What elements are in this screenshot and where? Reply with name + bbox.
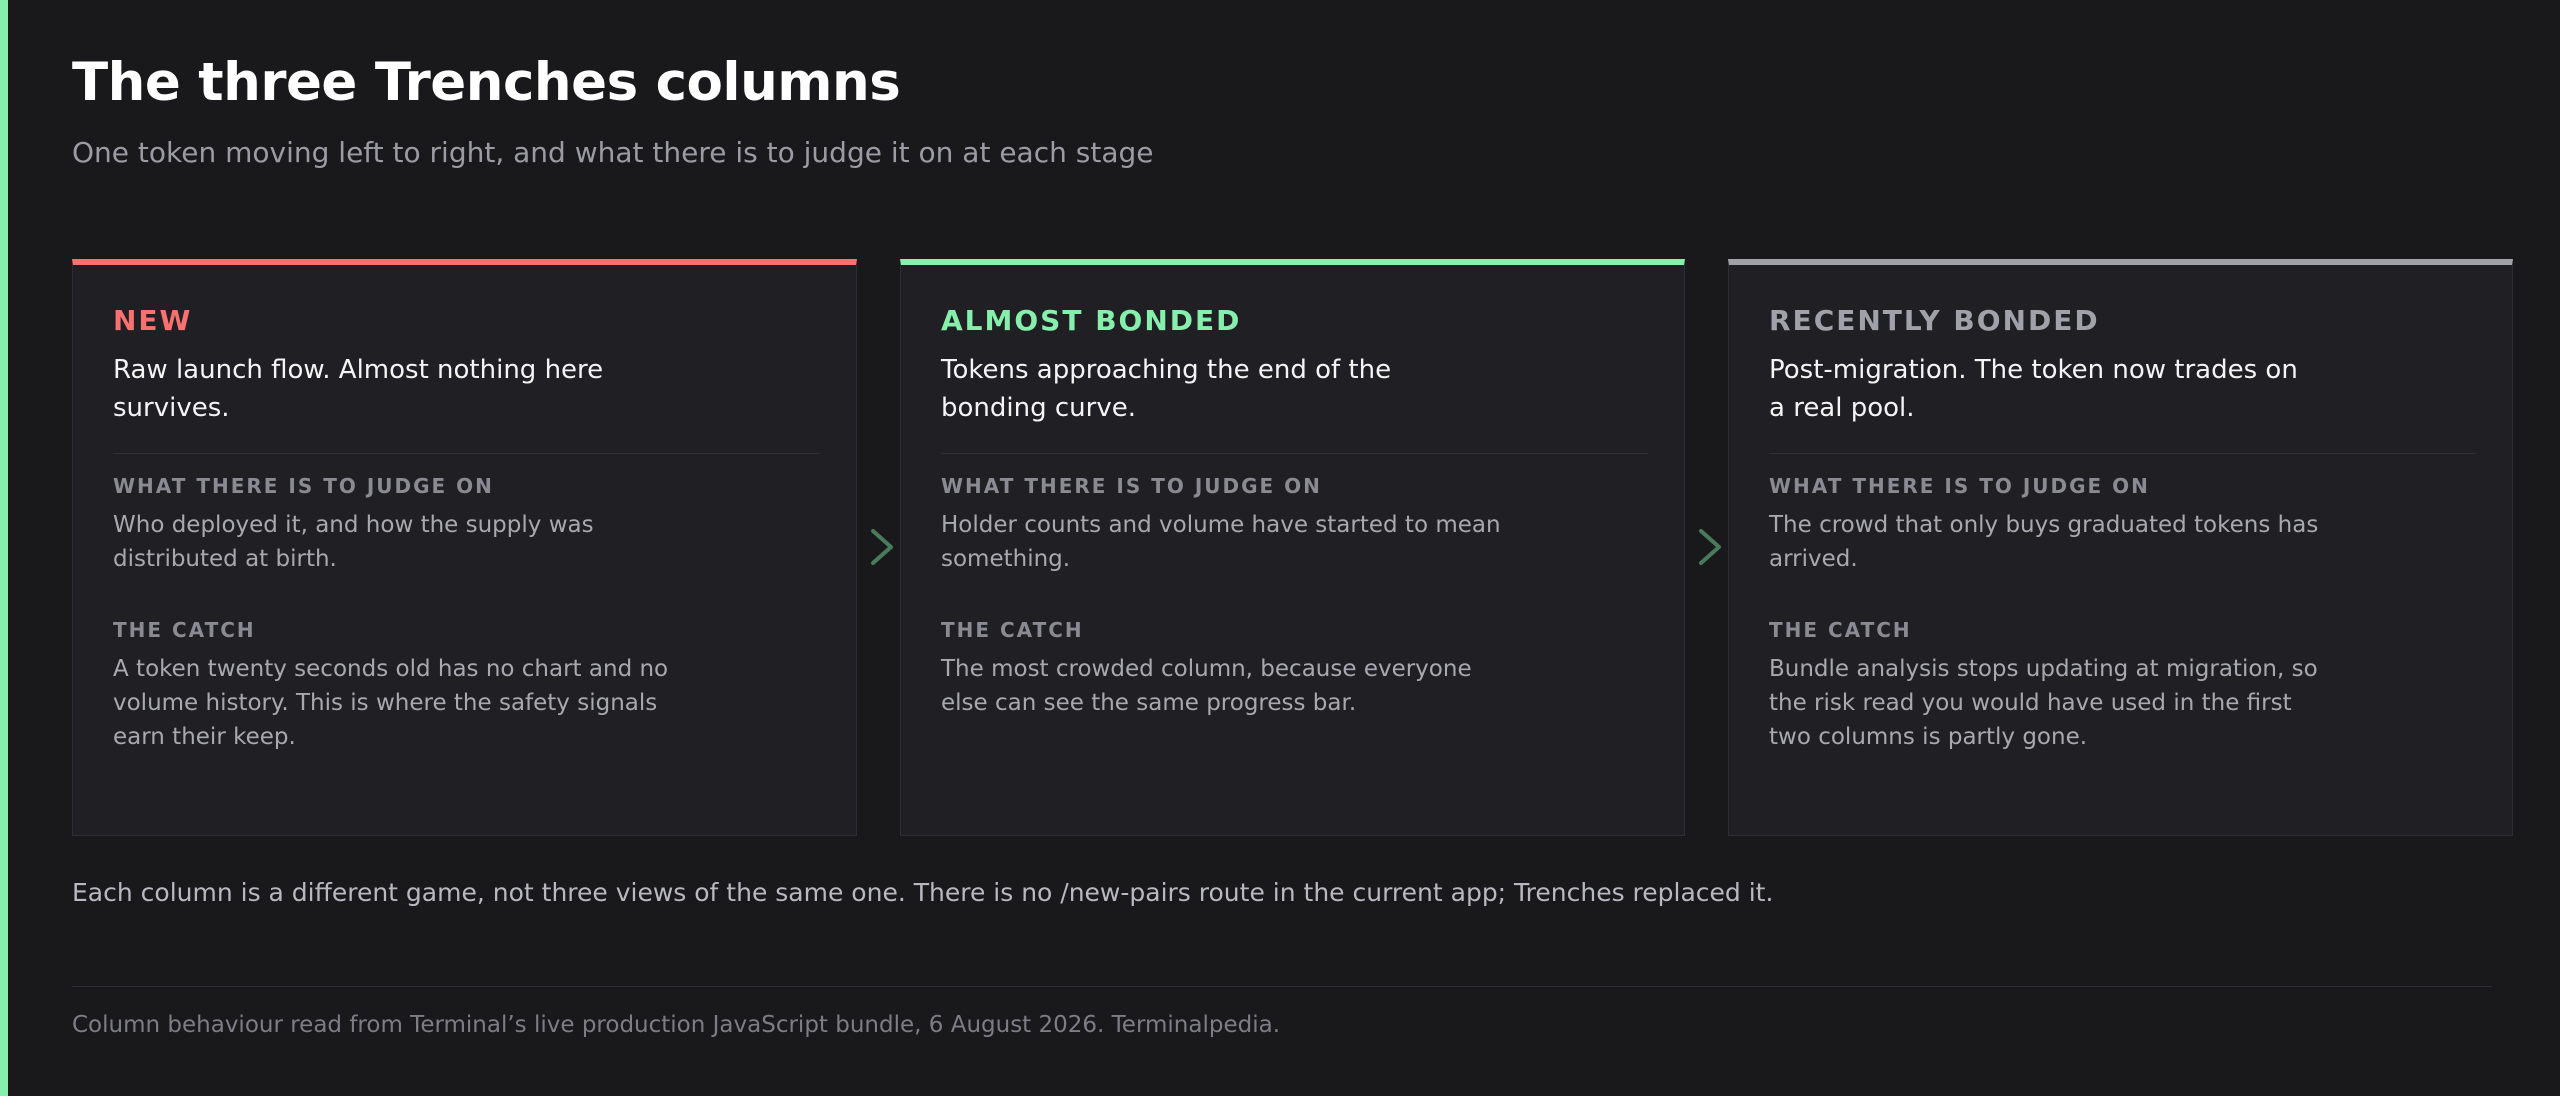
column-card-recently-bonded: RECENTLY BONDED Post-migration. The toke… bbox=[1728, 259, 2513, 836]
catch-text: A token twenty seconds old has no chart … bbox=[113, 656, 669, 750]
column-label: NEW bbox=[113, 304, 193, 337]
judge-label: WHAT THERE IS TO JUDGE ON bbox=[1769, 474, 2150, 498]
column-description: Post-migration. The token now trades on … bbox=[1769, 355, 2298, 423]
catch-text: The most crowded column, because everyon… bbox=[941, 656, 1472, 716]
columns-flow: NEW Raw launch flow. Almost nothing here… bbox=[72, 259, 2516, 836]
catch-label: THE CATCH bbox=[1769, 618, 1912, 642]
column-label: RECENTLY BONDED bbox=[1769, 304, 2100, 337]
column-card-new: NEW Raw launch flow. Almost nothing here… bbox=[72, 259, 857, 836]
page-title: The three Trenches columns bbox=[72, 52, 901, 113]
footer-divider bbox=[72, 986, 2492, 987]
page-subtitle: One token moving left to right, and what… bbox=[72, 136, 1154, 169]
catch-label: THE CATCH bbox=[113, 618, 256, 642]
card-divider bbox=[1769, 453, 2476, 454]
card-divider bbox=[113, 453, 820, 454]
column-description: Raw launch flow. Almost nothing here sur… bbox=[113, 355, 604, 423]
judge-label: WHAT THERE IS TO JUDGE ON bbox=[941, 474, 1322, 498]
chevron-right-icon bbox=[1690, 517, 1730, 577]
column-description: Tokens approaching the end of the bondin… bbox=[941, 355, 1392, 423]
catch-label: THE CATCH bbox=[941, 618, 1084, 642]
card-divider bbox=[941, 453, 1648, 454]
judge-label: WHAT THERE IS TO JUDGE ON bbox=[113, 474, 494, 498]
judge-text: Who deployed it, and how the supply was … bbox=[113, 512, 594, 572]
catch-text: Bundle analysis stops updating at migrat… bbox=[1769, 656, 2318, 750]
summary-note: Each column is a different game, not thr… bbox=[72, 878, 1774, 907]
column-card-almost-bonded: ALMOST BONDED Tokens approaching the end… bbox=[900, 259, 1685, 836]
page: The three Trenches columns One token mov… bbox=[0, 0, 2560, 1096]
column-label: ALMOST BONDED bbox=[941, 304, 1242, 337]
judge-text: The crowd that only buys graduated token… bbox=[1769, 512, 2319, 572]
source-footer: Column behaviour read from Terminal’s li… bbox=[72, 1012, 1281, 1038]
judge-text: Holder counts and volume have started to… bbox=[941, 512, 1501, 572]
chevron-right-icon bbox=[862, 517, 902, 577]
